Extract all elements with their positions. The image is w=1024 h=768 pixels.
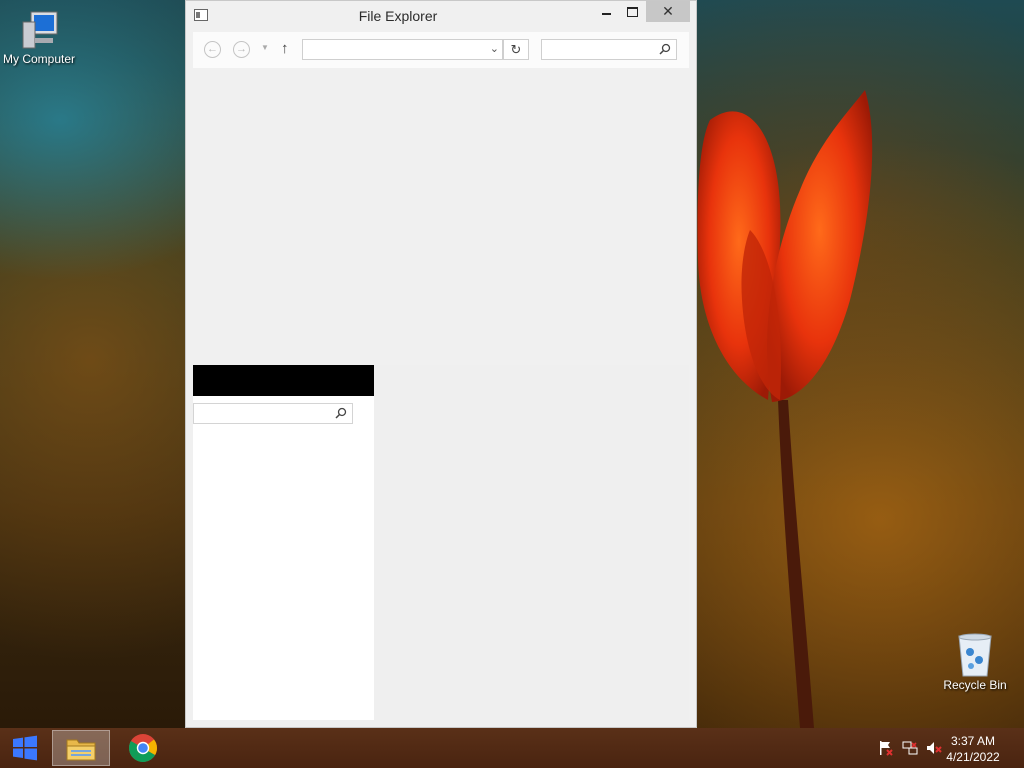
maximize-button[interactable] [618,1,646,22]
minimize-icon [601,12,611,15]
refresh-icon: ↻ [510,41,522,57]
taskbar: 3:37 AM 4/21/2022 [0,728,1024,768]
close-button[interactable]: ✕ [646,1,690,22]
search-icon [335,407,347,419]
navigation-pane-header [193,365,374,396]
navigation-bar: ← → ▼ ↑ ⌄ ↻ [193,32,689,68]
chevron-down-icon: ▼ [261,43,269,52]
file-explorer-window: File Explorer ✕ ← → ▼ ↑ ⌄ ↻ [185,0,697,728]
title-bar[interactable]: File Explorer ✕ [186,1,696,31]
forward-button[interactable]: → [233,41,250,58]
windows-logo-icon [13,735,37,761]
taskbar-chrome[interactable] [114,728,172,768]
clock-date: 4/21/2022 [946,750,1000,764]
content-pane[interactable] [374,365,689,720]
taskbar-clock[interactable]: 3:37 AM 4/21/2022 [938,733,1008,765]
wallpaper-tulip [697,90,873,728]
taskbar-file-explorer[interactable] [52,730,110,766]
back-button[interactable]: ← [204,41,221,58]
computer-icon [22,11,58,49]
maximize-icon [626,6,638,17]
search-input[interactable] [541,39,677,60]
window-title: File Explorer [358,8,438,24]
chrome-icon [129,734,157,762]
desktop-icon-recycle-bin[interactable]: Recycle Bin [940,632,1010,692]
start-button[interactable] [0,728,50,768]
up-arrow-icon: ↑ [281,40,289,57]
pane-search-input[interactable] [193,403,353,424]
desktop-icon-my-computer[interactable]: My Computer [0,8,78,66]
address-bar[interactable]: ⌄ [302,39,503,60]
recent-locations-dropdown[interactable]: ▼ [261,43,269,52]
desktop: My Computer Recycle Bin File Explorer ✕ … [0,0,1024,728]
refresh-button[interactable]: ↻ [503,39,529,60]
network-icon[interactable] [902,740,918,756]
system-tray: 3:37 AM 4/21/2022 [864,728,1024,768]
desktop-icon-label: My Computer [2,52,76,66]
close-icon: ✕ [662,3,674,19]
back-arrow-icon: ← [207,43,218,55]
recycle-bin-icon [958,633,992,677]
search-icon [659,43,671,55]
chevron-down-icon[interactable]: ⌄ [490,42,499,55]
up-button[interactable]: ↑ [281,40,289,57]
navigation-pane[interactable] [193,365,374,720]
forward-arrow-icon: → [236,43,247,55]
desktop-icon-label: Recycle Bin [943,678,1007,692]
clock-time: 3:37 AM [950,734,996,748]
minimize-button[interactable] [592,1,620,22]
file-explorer-icon [66,739,96,761]
action-center-flag-icon[interactable] [878,740,894,756]
